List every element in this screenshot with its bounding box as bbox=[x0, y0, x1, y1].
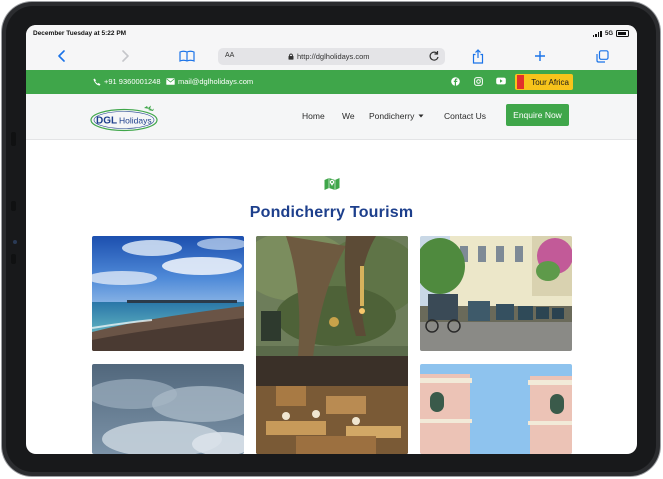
status-indicators: 5G bbox=[592, 30, 629, 37]
youtube-icon[interactable] bbox=[496, 76, 506, 86]
dgl-holidays-logo[interactable]: DGL Holidays bbox=[90, 103, 162, 133]
share-icon[interactable] bbox=[469, 47, 487, 65]
mail-icon bbox=[166, 78, 175, 85]
photo-beach[interactable] bbox=[92, 236, 244, 351]
network-label: 5G bbox=[604, 30, 613, 37]
mute-switch bbox=[11, 132, 16, 146]
phone-contact[interactable]: +91 9360001248 bbox=[93, 77, 161, 86]
address-url-group: http://dglholidays.com bbox=[288, 52, 370, 61]
text-size-button[interactable]: AA bbox=[225, 52, 234, 59]
front-camera bbox=[13, 240, 17, 244]
browser-toolbar: AA http://dglholidays.com bbox=[26, 42, 637, 71]
nav-pondicherry-label: Pondicherry bbox=[369, 111, 415, 121]
lock-icon bbox=[288, 53, 294, 60]
book-icon[interactable] bbox=[178, 47, 196, 65]
svg-text:Holidays: Holidays bbox=[119, 116, 152, 126]
chevron-down-icon bbox=[418, 114, 424, 118]
phone-number: +91 9360001248 bbox=[104, 77, 161, 86]
phone-icon bbox=[93, 78, 101, 86]
email-contact[interactable]: mail@dglholidays.com bbox=[166, 77, 253, 86]
tour-africa-button[interactable]: Tour Africa bbox=[515, 74, 573, 90]
plus-icon[interactable] bbox=[531, 47, 549, 65]
photo-cafe[interactable] bbox=[256, 236, 408, 454]
main-navbar: DGL Holidays Home We Pondicherry Contact… bbox=[26, 94, 637, 140]
instagram-icon[interactable] bbox=[473, 76, 483, 86]
photo-sky[interactable] bbox=[92, 364, 244, 454]
map-icon bbox=[324, 178, 340, 190]
url-text: http://dglholidays.com bbox=[297, 52, 370, 61]
reload-icon[interactable] bbox=[427, 49, 441, 63]
status-datetime: December Tuesday at 5:22 PM bbox=[33, 30, 127, 37]
facebook-icon[interactable] bbox=[450, 76, 460, 86]
forward-icon[interactable] bbox=[116, 47, 134, 65]
status-bar: December Tuesday at 5:22 PM 5G bbox=[26, 25, 637, 42]
svg-text:DGL: DGL bbox=[96, 116, 117, 127]
enquire-now-button[interactable]: Enquire Now bbox=[506, 104, 569, 126]
nav-contact-us[interactable]: Contact Us bbox=[444, 111, 486, 121]
battery-icon bbox=[616, 30, 629, 37]
tour-africa-label: Tour Africa bbox=[531, 77, 569, 87]
tour-tag-badge bbox=[517, 75, 524, 89]
volume-up-button bbox=[11, 201, 16, 211]
tabs-icon[interactable] bbox=[593, 47, 611, 65]
back-icon[interactable] bbox=[53, 47, 71, 65]
screen: December Tuesday at 5:22 PM 5G AA http:/… bbox=[26, 25, 637, 454]
address-bar[interactable]: AA http://dglholidays.com bbox=[218, 48, 445, 65]
contact-topbar: +91 9360001248 mail@dglholidays.com Tour… bbox=[26, 70, 637, 94]
nav-pondicherry[interactable]: Pondicherry bbox=[369, 111, 424, 121]
email-address: mail@dglholidays.com bbox=[178, 77, 254, 86]
nav-we[interactable]: We bbox=[342, 111, 355, 121]
nav-home[interactable]: Home bbox=[302, 111, 325, 121]
signal-icon bbox=[592, 30, 602, 37]
page-title: Pondicherry Tourism bbox=[249, 204, 414, 221]
photo-street[interactable] bbox=[420, 236, 572, 351]
photo-building[interactable] bbox=[420, 364, 572, 454]
volume-down-button bbox=[11, 254, 16, 264]
